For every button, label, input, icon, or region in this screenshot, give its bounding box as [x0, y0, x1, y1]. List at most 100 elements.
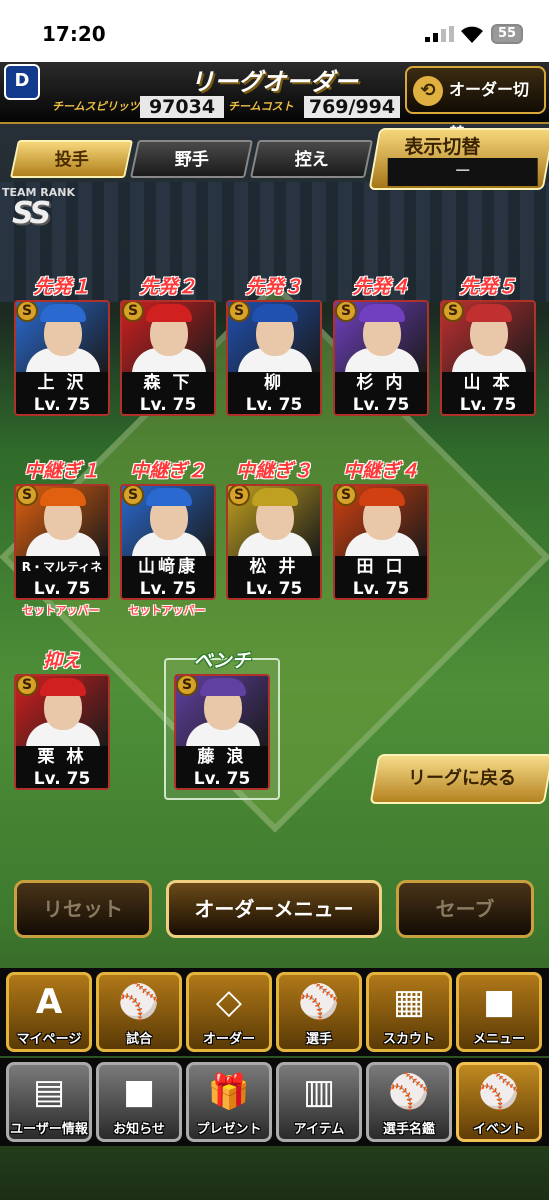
team-rank-value: SS	[12, 196, 51, 231]
order-menu-button[interactable]: オーダーメニュー	[166, 880, 382, 938]
baseball-icon: ⚾	[387, 1072, 431, 1112]
team-spirits-label: チームスピリッツ	[52, 100, 140, 113]
menu-icon: ■	[482, 982, 516, 1022]
player-level: Lv. 75	[16, 578, 108, 598]
player-name: 杉 内	[335, 372, 427, 394]
menu-item-選手[interactable]: ⚾ 選手	[276, 972, 362, 1052]
player-card[interactable]: S 山 本 Lv. 75	[440, 300, 536, 416]
slot-label: 先発５	[459, 276, 517, 298]
cap-icon	[40, 488, 86, 506]
cap-icon	[359, 304, 405, 322]
menu-item-プレゼント[interactable]: 🎁 プレゼント	[186, 1062, 272, 1142]
menu-item-選手名鑑[interactable]: ⚾ 選手名鑑	[366, 1062, 452, 1142]
baseball-icon: ⚾	[117, 982, 161, 1022]
player-name: 栗 林	[16, 746, 108, 768]
rarity-s-badge: S	[176, 676, 198, 696]
player-card[interactable]: S R・マルティネスLv. 75	[14, 484, 110, 600]
player-name: 山﨑康	[122, 556, 214, 578]
rarity-s-badge: S	[228, 302, 250, 322]
menu-item-label: プレゼント	[196, 1122, 262, 1137]
player-name: 柳	[228, 372, 320, 394]
player-level: Lv. 75	[122, 578, 214, 598]
team-cost-value: 769/994	[304, 96, 400, 118]
player-card[interactable]: S 上 沢 Lv. 75	[14, 300, 110, 416]
tab-reserves[interactable]: 控え	[249, 140, 374, 178]
slot-label: 中継ぎ４	[342, 460, 419, 482]
menu-item-label: マイページ	[16, 1032, 82, 1047]
menu-item-label: イベント	[472, 1122, 525, 1137]
menu-icon: 🎁	[207, 1072, 251, 1112]
player-level: Lv. 75	[16, 394, 108, 414]
player-name: R・マルティネス	[16, 556, 108, 596]
main-menu-row: A マイページ ⚾ 試合 ◇ オーダー ⚾ 選手 ▦ スカウト ■ メニュー	[0, 968, 549, 1056]
reset-button[interactable]: リセット	[14, 880, 152, 938]
player-card[interactable]: S 森 下 Lv. 75	[120, 300, 216, 416]
menu-item-試合[interactable]: ⚾ 試合	[96, 972, 182, 1052]
menu-item-label: アイテム	[293, 1122, 345, 1137]
menu-item-ユーザー情報[interactable]: ▤ ユーザー情報	[6, 1062, 92, 1142]
menu-item-メニュー[interactable]: ■ メニュー	[456, 972, 542, 1052]
baseball-icon: ⚾	[297, 982, 341, 1022]
rarity-s-badge: S	[442, 302, 464, 322]
menu-item-オーダー[interactable]: ◇ オーダー	[186, 972, 272, 1052]
menu-item-イベント[interactable]: ⚾ イベント	[456, 1062, 542, 1142]
player-name: 田 口	[335, 556, 427, 578]
menu-icon: ▤	[32, 1072, 66, 1112]
cap-icon	[200, 678, 246, 696]
rarity-s-badge: S	[122, 302, 144, 322]
tab-pitchers[interactable]: 投手	[9, 140, 134, 178]
menu-item-スカウト[interactable]: ▦ スカウト	[366, 972, 452, 1052]
cap-icon	[146, 304, 192, 322]
view-switch-button[interactable]: 表示切替 －	[368, 128, 549, 190]
cap-icon	[359, 488, 405, 506]
page-title: リーグオーダー	[190, 68, 358, 96]
slot-label: 先発１	[33, 276, 91, 298]
player-card[interactable]: S 柳 Lv. 75	[226, 300, 322, 416]
menu-item-お知らせ[interactable]: ■ お知らせ	[96, 1062, 182, 1142]
rarity-s-badge: S	[16, 302, 38, 322]
menu-item-label: 試合	[125, 1032, 152, 1047]
player-name: 山 本	[442, 372, 534, 394]
sub-menu-row: ▤ ユーザー情報 ■ お知らせ 🎁 プレゼント ▥ アイテム ⚾ 選手名鑑 ⚾ イベント	[0, 1058, 549, 1146]
rarity-s-badge: S	[16, 676, 38, 696]
slot-label: ベンチ	[193, 650, 251, 672]
save-button[interactable]: セーブ	[396, 880, 534, 938]
player-level: Lv. 75	[228, 394, 320, 414]
player-level: Lv. 75	[16, 768, 108, 788]
order-switch-button[interactable]: ⟲ オーダー切替	[405, 66, 546, 143]
menu-item-アイテム[interactable]: ▥ アイテム	[276, 1062, 362, 1142]
menu-item-マイページ[interactable]: A マイページ	[6, 972, 92, 1052]
player-card[interactable]: S 藤 浪 Lv. 75	[174, 674, 270, 790]
menu-item-label: 選手	[305, 1032, 332, 1047]
clock: 17:20	[42, 22, 106, 46]
menu-item-label: お知らせ	[113, 1122, 165, 1137]
menu-item-label: ユーザー情報	[10, 1122, 88, 1137]
menu-item-label: メニュー	[472, 1032, 525, 1047]
slot-label: 先発２	[139, 276, 197, 298]
player-card[interactable]: S 杉 内 Lv. 75	[333, 300, 429, 416]
tab-fielders[interactable]: 野手	[129, 140, 254, 178]
player-level: Lv. 75	[335, 578, 427, 598]
rarity-s-badge: S	[16, 486, 38, 506]
player-card[interactable]: S 松 井 Lv. 75	[226, 484, 322, 600]
cap-icon	[252, 304, 298, 322]
player-card[interactable]: S 栗 林 Lv. 75	[14, 674, 110, 790]
slot-label: 抑え	[42, 650, 81, 672]
back-to-league-button[interactable]: リーグに戻る	[369, 754, 549, 804]
game-screen: D リーグオーダー チームスピリッツ 97034 チームコスト 769/994 …	[0, 62, 549, 1200]
cap-icon	[146, 488, 192, 506]
player-name: 松 井	[228, 556, 320, 578]
team-spirits-value: 97034	[140, 96, 224, 118]
menu-icon: A	[35, 982, 63, 1022]
role-label: セットアッパー	[128, 604, 206, 617]
team-logo[interactable]: D	[4, 64, 40, 100]
menu-icon: ▥	[302, 1072, 336, 1112]
player-level: Lv. 75	[335, 394, 427, 414]
player-name: 森 下	[122, 372, 214, 394]
player-name: 藤 浪	[176, 746, 268, 768]
rarity-s-badge: S	[335, 486, 357, 506]
slot-label: 中継ぎ１	[23, 460, 100, 482]
header-bar: D リーグオーダー チームスピリッツ 97034 チームコスト 769/994 …	[0, 62, 549, 143]
player-card[interactable]: S 田 口 Lv. 75	[333, 484, 429, 600]
player-card[interactable]: S 山﨑康 Lv. 75	[120, 484, 216, 600]
